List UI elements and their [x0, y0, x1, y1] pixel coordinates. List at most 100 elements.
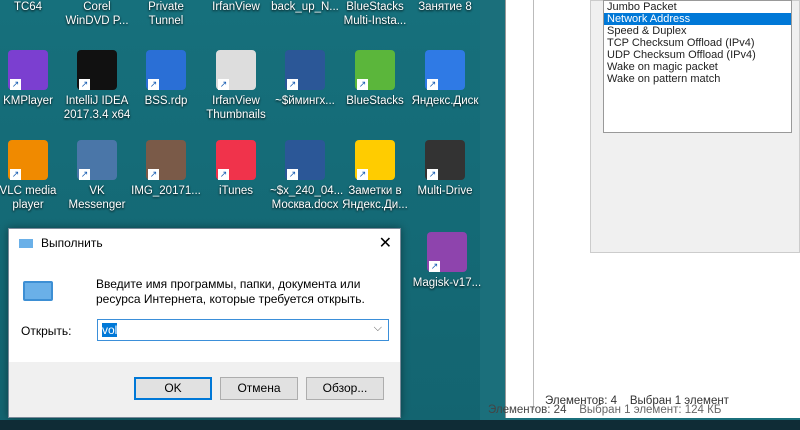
app-icon: ↗: [8, 50, 48, 90]
desktop-icon[interactable]: ↗Private Tunnel: [131, 0, 201, 28]
app-icon: ↗: [285, 140, 325, 180]
shortcut-arrow-icon: ↗: [357, 79, 368, 90]
taskbar[interactable]: [0, 420, 800, 430]
shortcut-arrow-icon: ↗: [427, 169, 438, 180]
icon-label: Multi-Drive: [417, 185, 473, 197]
icon-label: IrfanView Thumbnails: [206, 95, 266, 121]
app-icon: ↗: [77, 140, 117, 180]
icon-label: ~$x_240_04... Москва.docx: [270, 185, 344, 211]
app-icon: ↗: [355, 140, 395, 180]
app-icon: ↗: [216, 140, 256, 180]
app-icon: ↗: [285, 50, 325, 90]
desktop-icon[interactable]: ↗ IrfanView Thumbnails: [201, 50, 271, 122]
icon-label: IrfanView: [212, 1, 260, 13]
icon-label: VK Messenger: [68, 185, 126, 211]
desktop-icon[interactable]: ↗ Multi-Drive: [410, 140, 480, 198]
icon-label: Corel WinDVD P...: [65, 1, 129, 27]
desktop-icon[interactable]: ↗ Яндекс.Диск: [410, 50, 480, 108]
shortcut-arrow-icon: ↗: [427, 79, 438, 90]
icon-label: VLC media player: [0, 185, 57, 211]
open-label: Открыть:: [21, 324, 72, 338]
icon-label: Private Tunnel: [148, 1, 184, 27]
icon-label: BSS.rdp: [144, 95, 188, 107]
shortcut-arrow-icon: ↗: [79, 79, 90, 90]
selected-info: Выбран 1 элемент: 124 КБ: [579, 404, 722, 416]
shortcut-arrow-icon: ↗: [357, 169, 368, 180]
app-icon: ↗: [355, 50, 395, 90]
desktop-icon[interactable]: ↗Занятие 8: [410, 0, 480, 14]
desktop-icon[interactable]: ↗BlueStacks Multi-Insta...: [340, 0, 410, 28]
input-value[interactable]: vol: [102, 323, 118, 337]
desktop-icon[interactable]: ↗back_up_N...: [270, 0, 340, 14]
icon-label: Magisk-v17...: [412, 277, 482, 289]
prompt-text: Введите имя программы, папки, документа …: [96, 277, 365, 306]
app-icon: ↗: [216, 50, 256, 90]
desktop-icon[interactable]: ↗ BlueStacks: [340, 50, 410, 108]
desktop-icon[interactable]: ↗Corel WinDVD P...: [62, 0, 132, 28]
app-icon: ↗: [8, 140, 48, 180]
property-item[interactable]: UDP Checksum Offload (IPv4): [604, 49, 791, 61]
app-icon: ↗: [77, 50, 117, 90]
desktop-icon[interactable]: ↗ BSS.rdp: [131, 50, 201, 108]
run-icon: [19, 238, 33, 248]
shortcut-arrow-icon: ↗: [79, 169, 90, 180]
app-icon: ↗: [146, 140, 186, 180]
dialog-title: Выполнить: [41, 236, 103, 250]
icon-label: KMPlayer: [3, 95, 53, 107]
icon-label: BlueStacks: [346, 95, 404, 107]
status-bar-back: Элементов: 24 Выбран 1 элемент: 124 КБ: [488, 404, 721, 416]
icon-label: TC64: [13, 1, 43, 13]
desktop-icon[interactable]: ↗ VLC media player: [0, 140, 63, 212]
shortcut-arrow-icon: ↗: [287, 169, 298, 180]
app-icon: ↗: [146, 50, 186, 90]
property-item[interactable]: Network Address: [604, 13, 791, 25]
desktop-icon[interactable]: ↗ VK Messenger: [62, 140, 132, 212]
desktop-icon[interactable]: ↗ ~$ймингх...: [270, 50, 340, 108]
app-icon: ↗: [425, 50, 465, 90]
chevron-down-icon[interactable]: ⌵: [374, 322, 382, 335]
icon-label: ~$ймингх...: [275, 95, 335, 107]
close-button[interactable]: ✕: [379, 233, 392, 253]
desktop-icon[interactable]: ↗ IntelliJ IDEA 2017.3.4 x64: [62, 50, 132, 122]
run-dialog: Выполнить ✕ Введите имя программы, папки…: [8, 228, 401, 418]
property-item[interactable]: Wake on magic packet: [604, 61, 791, 73]
shortcut-arrow-icon: ↗: [429, 261, 440, 272]
run-large-icon: [23, 281, 53, 301]
cancel-button[interactable]: Отмена: [220, 377, 298, 400]
advanced-properties-list[interactable]: Jumbo Packet Network Address Speed & Duple…: [603, 0, 792, 133]
shortcut-arrow-icon: ↗: [287, 79, 298, 90]
ok-button[interactable]: OK: [134, 377, 212, 400]
desktop-icon[interactable]: ↗ ~$x_240_04... Москва.docx: [270, 140, 344, 212]
desktop-icon[interactable]: ↗ Заметки в Яндекс.Ди...: [340, 140, 410, 212]
icon-label: back_up_N...: [271, 1, 339, 13]
property-item[interactable]: Speed & Duplex: [604, 25, 791, 37]
icon-label: BlueStacks Multi-Insta...: [343, 1, 407, 27]
icon-label: IntelliJ IDEA 2017.3.4 x64: [63, 95, 131, 121]
shortcut-arrow-icon: ↗: [148, 79, 159, 90]
icon-label: IMG_20171...: [131, 185, 201, 197]
property-item[interactable]: TCP Checksum Offload (IPv4): [604, 37, 791, 49]
app-icon: ↗: [425, 140, 465, 180]
desktop-icon[interactable]: ↗TC64: [0, 0, 63, 14]
icon-label: iTunes: [218, 185, 254, 197]
title-bar: Выполнить: [9, 229, 400, 257]
browse-button[interactable]: Обзор...: [306, 377, 384, 400]
shortcut-arrow-icon: ↗: [10, 169, 21, 180]
shortcut-arrow-icon: ↗: [218, 169, 229, 180]
desktop-icon[interactable]: ↗ KMPlayer: [0, 50, 63, 108]
icon-label: Занятие 8: [418, 1, 472, 13]
desktop-icon[interactable]: ↗ Magisk-v17...: [412, 232, 482, 290]
app-icon: ↗: [427, 232, 467, 272]
desktop-icon[interactable]: ↗ IMG_20171...: [131, 140, 201, 198]
property-item[interactable]: Jumbo Packet: [604, 1, 791, 13]
desktop-icon[interactable]: ↗IrfanView: [201, 0, 271, 14]
icon-label: Яндекс.Диск: [411, 95, 479, 107]
shortcut-arrow-icon: ↗: [10, 79, 21, 90]
shortcut-arrow-icon: ↗: [218, 79, 229, 90]
property-item[interactable]: Wake on pattern match: [604, 73, 791, 85]
desktop-icon[interactable]: ↗ iTunes: [201, 140, 271, 198]
item-count: Элементов: 24: [488, 404, 567, 416]
open-input[interactable]: vol ⌵: [97, 319, 389, 341]
shortcut-arrow-icon: ↗: [148, 169, 159, 180]
icon-label: Заметки в Яндекс.Ди...: [342, 185, 408, 211]
